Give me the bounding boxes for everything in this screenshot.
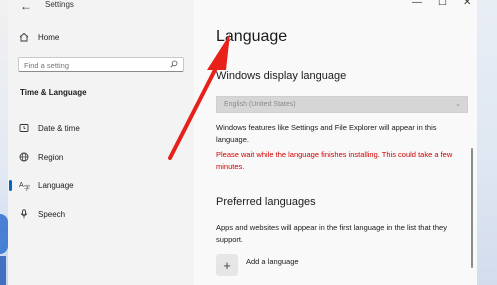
app-title: Settings	[45, 0, 74, 9]
sidebar-item-speech[interactable]: Speech	[18, 207, 65, 221]
add-language-row[interactable]: + Add a language	[216, 254, 299, 276]
desktop-wallpaper-accent	[0, 214, 8, 254]
settings-window: ← Settings Home Time & Language Date & t…	[8, 0, 477, 285]
preferred-languages-description: Apps and websites will appear in the fir…	[216, 223, 447, 244]
main-content: — ☐ ✕ Language Windows display language …	[194, 0, 477, 285]
search-icon[interactable]	[170, 60, 178, 70]
home-icon	[18, 31, 30, 43]
preferred-languages-heading: Preferred languages	[216, 196, 316, 208]
sidebar-item-home[interactable]: Home	[18, 30, 59, 44]
maximize-icon[interactable]: ☐	[438, 0, 447, 8]
desktop-wallpaper-accent-2	[0, 256, 6, 285]
sidebar-item-label: Home	[38, 32, 60, 42]
sidebar-item-label: Date & time	[38, 123, 80, 133]
desktop-background-right	[477, 0, 497, 285]
add-icon[interactable]: +	[216, 254, 238, 276]
display-language-description: Windows features like Settings and File …	[216, 123, 437, 144]
display-language-dropdown[interactable]: English (United States) ⌄	[216, 96, 468, 113]
sidebar-item-label: Region	[38, 152, 64, 162]
clock-icon	[18, 122, 30, 134]
sidebar-item-label: Language	[38, 180, 74, 190]
install-warning: Please wait while the language finishes …	[216, 150, 453, 171]
page-title: Language	[216, 28, 288, 45]
sidebar-item-region[interactable]: Region	[18, 150, 63, 164]
sidebar: ← Settings Home Time & Language Date & t…	[8, 0, 194, 285]
active-indicator	[9, 180, 12, 191]
back-arrow-icon[interactable]: ←	[20, 0, 32, 13]
section-title: Time & Language	[20, 88, 87, 97]
scrollbar[interactable]	[471, 148, 473, 268]
sidebar-item-label: Speech	[38, 209, 66, 219]
search-box[interactable]	[18, 57, 184, 72]
minimize-icon[interactable]: —	[412, 0, 422, 8]
language-icon: A字	[18, 179, 30, 191]
globe-icon	[18, 151, 30, 163]
sidebar-item-date-time[interactable]: Date & time	[18, 121, 80, 135]
desktop-background-left	[0, 0, 8, 285]
display-language-heading: Windows display language	[216, 70, 347, 82]
sidebar-item-language[interactable]: A字 Language	[18, 178, 74, 192]
microphone-icon	[18, 208, 30, 220]
dropdown-value: English (United States)	[224, 101, 296, 108]
chevron-down-icon: ⌄	[455, 101, 461, 108]
close-icon[interactable]: ✕	[463, 0, 471, 8]
svg-text:字: 字	[24, 184, 30, 191]
search-input[interactable]	[24, 60, 164, 70]
add-language-label: Add a language	[246, 256, 299, 266]
